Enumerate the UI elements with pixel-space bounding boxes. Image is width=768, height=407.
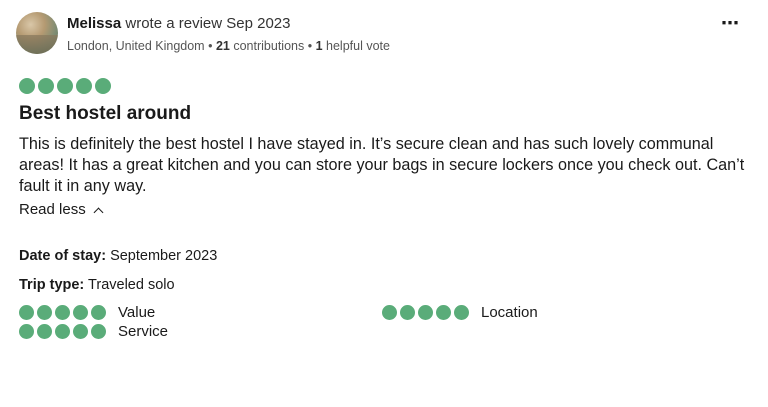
author-stats: London, United Kingdom • 21 contribution… [67, 37, 390, 55]
date-of-stay-value: September 2023 [110, 248, 218, 264]
separator: • [208, 39, 213, 53]
service-rating-label: Service [118, 323, 169, 340]
service-rating-bubbles [19, 324, 106, 339]
chevron-up-icon [93, 207, 104, 217]
review-title: Best hostel around [19, 103, 192, 124]
rating-bubble [91, 324, 106, 339]
rating-bubble [73, 305, 88, 320]
rating-bubble [37, 305, 52, 320]
rating-bubble [418, 305, 433, 320]
location-rating-label: Location [481, 304, 538, 321]
helpful-count: 1 [315, 39, 323, 53]
rating-bubble [19, 305, 34, 320]
rating-bubble [91, 305, 106, 320]
author-line: Melissa wrote a review Sep 2023 [67, 13, 390, 35]
overall-rating-bubbles [19, 78, 111, 94]
sub-rating-location: Location [382, 304, 538, 321]
rating-bubble [382, 305, 397, 320]
rating-bubble [436, 305, 451, 320]
rating-bubble [19, 78, 35, 94]
rating-bubble [37, 324, 52, 339]
helpful-label: helpful vote [326, 39, 390, 53]
more-options-icon[interactable]: ⋯ [721, 14, 740, 32]
review-action: wrote a review Sep 2023 [125, 15, 291, 32]
rating-bubble [400, 305, 415, 320]
author-location: London, United Kingdom [67, 39, 205, 53]
location-rating-bubbles [382, 305, 469, 320]
read-less-label: Read less [19, 201, 86, 218]
value-rating-bubbles [19, 305, 106, 320]
rating-bubble [55, 324, 70, 339]
rating-bubble [95, 78, 111, 94]
date-of-stay: Date of stay: September 2023 [19, 246, 217, 266]
rating-bubble [57, 78, 73, 94]
rating-bubble [76, 78, 92, 94]
sub-rating-service: Service [19, 323, 168, 340]
separator: • [307, 39, 313, 53]
rating-bubble [38, 78, 54, 94]
trip-type-value: Traveled solo [88, 277, 175, 293]
date-of-stay-label: Date of stay: [19, 248, 107, 264]
review-header: Melissa wrote a review Sep 2023 London, … [16, 12, 390, 55]
contributions-count: 21 [215, 39, 230, 53]
trip-type: Trip type: Traveled solo [19, 275, 175, 295]
rating-bubble [73, 324, 88, 339]
value-rating-label: Value [118, 304, 156, 321]
avatar[interactable] [16, 12, 58, 54]
rating-bubble [454, 305, 469, 320]
read-less-button[interactable]: Read less [19, 200, 104, 220]
rating-bubble [19, 324, 34, 339]
sub-rating-value: Value [19, 304, 155, 321]
author-meta: Melissa wrote a review Sep 2023 London, … [67, 12, 390, 55]
rating-bubble [55, 305, 70, 320]
trip-type-label: Trip type: [19, 277, 85, 293]
contributions-label: contributions [233, 39, 305, 53]
author-name[interactable]: Melissa [67, 15, 121, 32]
review-body: This is definitely the best hostel I hav… [19, 135, 745, 195]
